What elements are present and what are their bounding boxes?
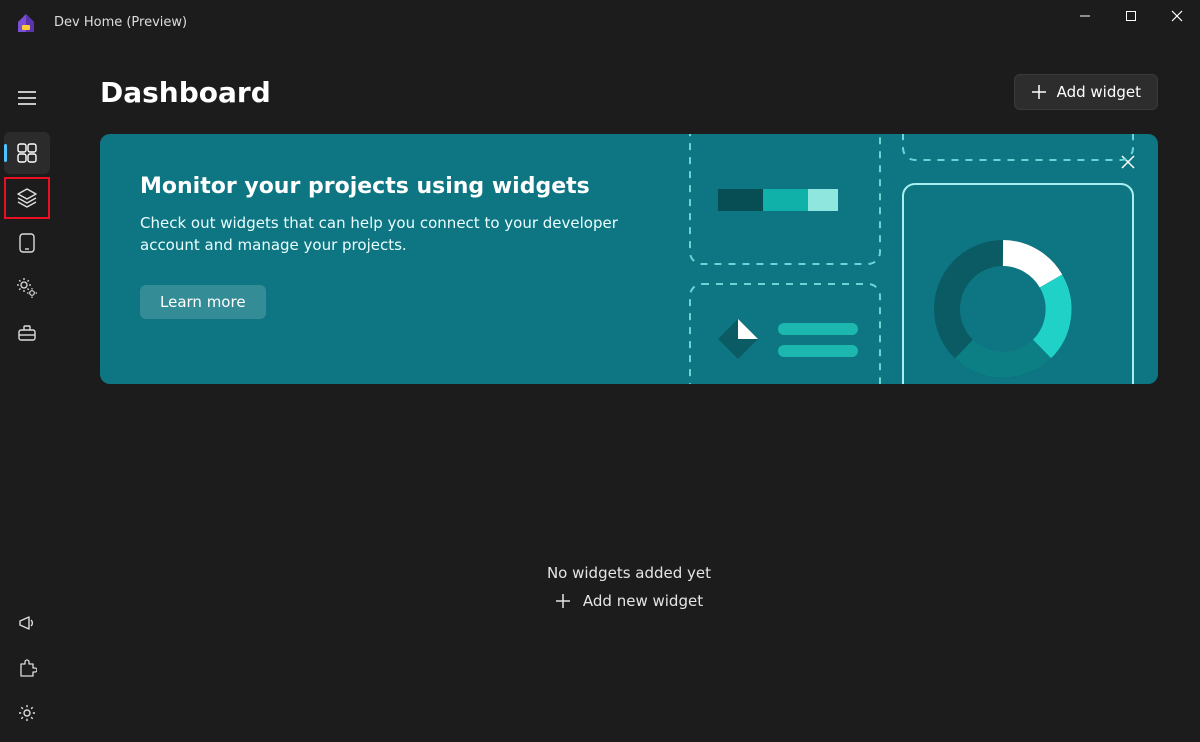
window-minimize-button[interactable] — [1062, 0, 1108, 32]
megaphone-icon — [17, 613, 37, 633]
sidebar-item-dashboard[interactable] — [4, 132, 50, 174]
app-title: Dev Home (Preview) — [54, 15, 187, 30]
window-maximize-button[interactable] — [1108, 0, 1154, 32]
add-widget-label: Add widget — [1057, 83, 1141, 101]
sidebar-item-config[interactable] — [4, 267, 50, 309]
minimize-icon — [1079, 10, 1091, 22]
banner-illustration — [678, 134, 1158, 384]
puzzle-icon — [17, 658, 37, 678]
gear-icon — [17, 703, 37, 723]
empty-state-title: No widgets added yet — [547, 564, 711, 582]
dashboard-icon — [17, 143, 37, 163]
sidebar-item-settings[interactable] — [4, 692, 50, 734]
page-title: Dashboard — [100, 76, 271, 109]
sidebar — [0, 44, 54, 742]
gears-icon — [16, 277, 38, 299]
learn-more-label: Learn more — [160, 293, 246, 311]
learn-more-button[interactable]: Learn more — [140, 285, 266, 319]
maximize-icon — [1125, 10, 1137, 22]
close-icon — [1121, 155, 1135, 169]
main-content: Dashboard Add widget Monitor your projec… — [54, 44, 1200, 742]
app-icon — [12, 8, 40, 36]
add-new-widget-button[interactable]: Add new widget — [555, 592, 703, 610]
add-widget-button[interactable]: Add widget — [1014, 74, 1158, 110]
add-new-widget-label: Add new widget — [583, 592, 703, 610]
banner-close-button[interactable] — [1114, 148, 1142, 176]
toolbox-icon — [17, 323, 37, 343]
close-icon — [1171, 10, 1183, 22]
sidebar-item-environments[interactable] — [4, 222, 50, 264]
hamburger-icon — [18, 91, 36, 105]
window-close-button[interactable] — [1154, 0, 1200, 32]
sidebar-item-feedback[interactable] — [4, 602, 50, 644]
banner-title: Monitor your projects using widgets — [140, 174, 660, 199]
sidebar-item-utilities[interactable] — [4, 312, 50, 354]
hamburger-button[interactable] — [0, 78, 54, 118]
sidebar-item-extensions[interactable] — [4, 647, 50, 689]
layers-icon — [16, 187, 38, 209]
intro-banner: Monitor your projects using widgets Chec… — [100, 134, 1158, 384]
plus-icon — [1031, 84, 1047, 100]
titlebar: Dev Home (Preview) — [0, 0, 1200, 44]
plus-icon — [555, 593, 571, 609]
device-icon — [18, 233, 36, 253]
sidebar-item-machine-config[interactable] — [4, 177, 50, 219]
empty-state: No widgets added yet Add new widget — [100, 564, 1158, 610]
banner-description: Check out widgets that can help you conn… — [140, 213, 660, 257]
